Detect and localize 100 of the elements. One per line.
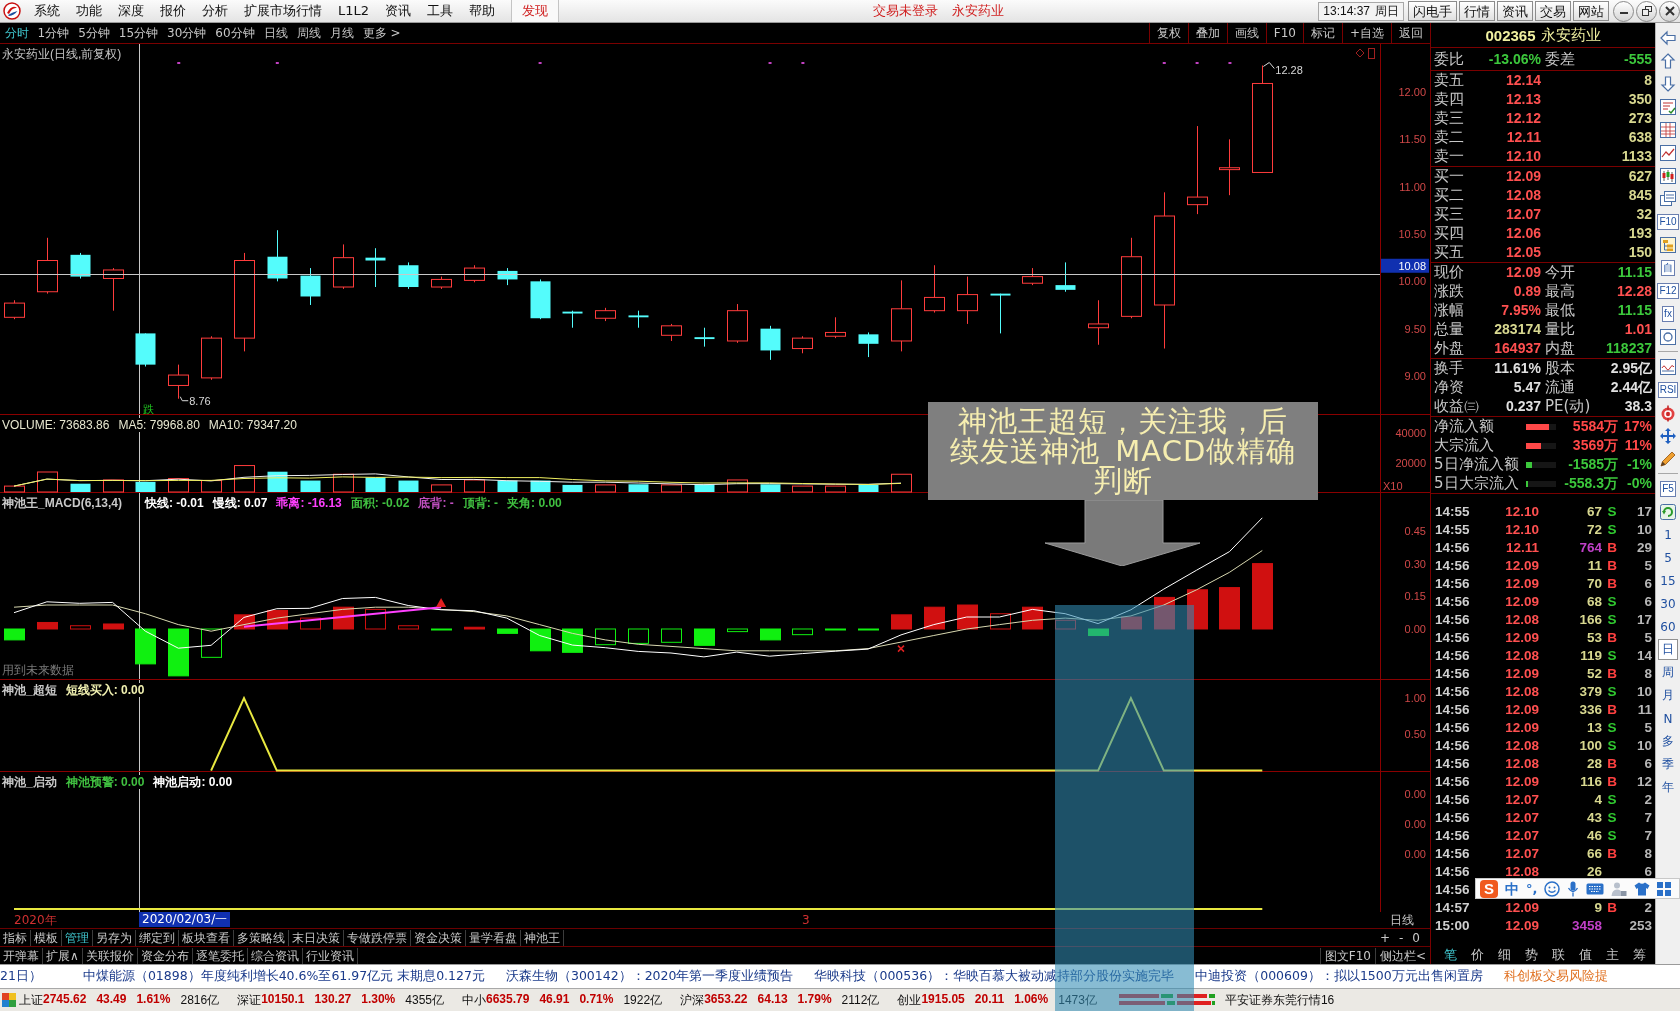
tool-button[interactable]: F10 bbox=[1657, 213, 1679, 230]
period-tab[interactable]: 日线 bbox=[259, 23, 293, 43]
zoom-control[interactable]: - bbox=[1399, 929, 1404, 946]
shirt-icon[interactable] bbox=[1634, 881, 1651, 896]
info-tab[interactable]: 扩展∧ bbox=[43, 947, 83, 964]
menu-item[interactable]: L1L2 bbox=[330, 0, 378, 22]
news-item[interactable]: 中迪投资（000609）：拟以1500万元出售闲置房 bbox=[1195, 968, 1483, 985]
detail-tab[interactable]: 势 bbox=[1518, 946, 1545, 964]
wave-icon[interactable] bbox=[1659, 357, 1677, 376]
period-button[interactable]: 日 bbox=[1658, 639, 1678, 660]
arrow-down-icon[interactable] bbox=[1659, 74, 1677, 93]
indicator-tab[interactable]: 专做跌停票 bbox=[344, 929, 411, 946]
close-button[interactable] bbox=[1659, 0, 1680, 22]
period-button[interactable]: 月 bbox=[1658, 685, 1678, 706]
period-tab[interactable]: 30分钟 bbox=[162, 23, 211, 43]
top-button[interactable]: 网站 bbox=[1573, 1, 1609, 21]
toolbar-button[interactable]: 返回 bbox=[1391, 23, 1430, 43]
detail-tab[interactable]: 联 bbox=[1545, 946, 1572, 964]
period-tab[interactable]: 5分钟 bbox=[73, 23, 115, 43]
period-button[interactable]: 15 bbox=[1658, 570, 1678, 591]
period-tab[interactable]: 月线 bbox=[325, 23, 359, 43]
detail-tab[interactable]: 细 bbox=[1491, 946, 1518, 964]
keyboard-icon[interactable] bbox=[1586, 882, 1605, 895]
line-chart-icon[interactable] bbox=[1659, 143, 1677, 162]
zoom-control[interactable]: 0 bbox=[1412, 929, 1420, 946]
panel-link[interactable]: 图文F10 bbox=[1319, 947, 1375, 964]
coin-icon[interactable] bbox=[1659, 403, 1677, 422]
news-item[interactable]: 华映科技（000536）：华映百慕大被动减持部分股份实施完毕 bbox=[814, 968, 1175, 985]
menu-item[interactable]: 功能 bbox=[68, 0, 110, 22]
detail-tab[interactable]: 主 bbox=[1599, 946, 1626, 964]
indicator-tab[interactable]: 另存为 bbox=[93, 929, 136, 946]
tool-button[interactable]: fx bbox=[1662, 305, 1674, 322]
period-button[interactable]: 5 bbox=[1658, 547, 1678, 568]
period-button[interactable]: N bbox=[1658, 708, 1678, 729]
period-tab[interactable]: 周线 bbox=[292, 23, 326, 43]
period-tab[interactable]: 15分钟 bbox=[114, 23, 163, 43]
menu-item[interactable]: 深度 bbox=[110, 0, 152, 22]
period-button[interactable]: 1 bbox=[1658, 524, 1678, 545]
menu-item[interactable]: 分析 bbox=[194, 0, 236, 22]
zoom-control[interactable]: + bbox=[1379, 929, 1390, 946]
menu-item[interactable]: 帮助 bbox=[461, 0, 504, 22]
period-tab[interactable]: 1分钟 bbox=[33, 23, 74, 43]
detail-tab[interactable]: 值 bbox=[1572, 946, 1599, 964]
refresh-icon[interactable] bbox=[1659, 502, 1677, 521]
menu-item[interactable]: 扩展市场行情 bbox=[236, 0, 330, 22]
move-icon[interactable] bbox=[1659, 426, 1677, 445]
arrow-left-icon[interactable] bbox=[1659, 28, 1677, 47]
user-icon[interactable] bbox=[1611, 880, 1628, 897]
indicator-tab[interactable]: 绑定到 bbox=[136, 929, 179, 946]
period-tab[interactable]: 分时 bbox=[0, 23, 33, 43]
tool-button[interactable]: RSI bbox=[1657, 381, 1679, 398]
indicator-tab[interactable]: 量学看盘 bbox=[466, 929, 521, 946]
toolbar-button[interactable]: 叠加 bbox=[1187, 23, 1227, 43]
info-tab[interactable]: 开弹幕 bbox=[0, 947, 43, 964]
ime-mode[interactable]: 中 bbox=[1505, 879, 1519, 898]
period-button[interactable]: 季 bbox=[1658, 754, 1678, 775]
grid-icon[interactable] bbox=[1657, 881, 1672, 896]
info-tab[interactable]: 逐笔委托 bbox=[192, 947, 248, 964]
indicator-tab[interactable]: 管理 bbox=[62, 929, 93, 946]
smiley-icon[interactable] bbox=[1544, 880, 1561, 897]
indicator-tab[interactable]: 末日决策 bbox=[289, 929, 344, 946]
indicator-tab[interactable]: 板块查看 bbox=[179, 929, 234, 946]
indicator-tab[interactable]: 神池王 bbox=[521, 929, 564, 946]
toolbar-button[interactable]: +自选 bbox=[1341, 23, 1391, 43]
checklist-icon[interactable] bbox=[1659, 97, 1677, 116]
toolbar-button[interactable]: 标记 bbox=[1302, 23, 1342, 43]
indicator-tab[interactable]: 指标 bbox=[0, 929, 31, 946]
restore-button[interactable] bbox=[1636, 0, 1657, 22]
top-button[interactable]: 资讯 bbox=[1497, 1, 1533, 21]
period-tab[interactable]: 更多 > bbox=[358, 23, 405, 43]
pencil-icon[interactable] bbox=[1659, 449, 1677, 468]
ime-punctuation[interactable]: °, bbox=[1526, 879, 1538, 898]
detail-tab[interactable]: 笔 bbox=[1437, 946, 1464, 964]
panel-link[interactable]: 侧边栏< bbox=[1374, 947, 1430, 964]
candlestick-icon[interactable] bbox=[1659, 166, 1677, 185]
news-item[interactable]: 沃森生物（300142）：2020年第一季度业绩预告 bbox=[505, 968, 794, 985]
arrow-up-icon[interactable] bbox=[1659, 51, 1677, 70]
info-tab[interactable]: 资金分布 bbox=[137, 947, 193, 964]
indicator-tab[interactable]: 模板 bbox=[31, 929, 62, 946]
top-button[interactable]: 交易 bbox=[1535, 1, 1571, 21]
tool-button[interactable]: F5 bbox=[1660, 480, 1676, 497]
info-tab[interactable]: 行业资讯 bbox=[302, 947, 358, 964]
detail-tab[interactable]: 筹 bbox=[1626, 946, 1653, 964]
top-button[interactable]: 行情 bbox=[1459, 1, 1495, 21]
detail-tab[interactable]: 价 bbox=[1464, 946, 1491, 964]
period-button[interactable]: 多 bbox=[1658, 731, 1678, 752]
menu-item[interactable]: 资讯 bbox=[377, 0, 420, 22]
toolbar-button[interactable]: 复权 bbox=[1148, 23, 1188, 43]
tool-button[interactable]: F12 bbox=[1657, 282, 1679, 299]
windows-icon[interactable] bbox=[1659, 189, 1677, 208]
news-item[interactable]: 21日） bbox=[0, 968, 42, 985]
menu-item[interactable]: 系统 bbox=[26, 0, 68, 22]
top-button[interactable]: 闪电手 bbox=[1408, 1, 1457, 21]
period-button[interactable]: 60 bbox=[1658, 616, 1678, 637]
period-button[interactable]: 周 bbox=[1658, 662, 1678, 683]
discover-tab[interactable]: 发现 bbox=[511, 0, 560, 22]
news-item[interactable]: 中煤能源（01898）年度纯利增长40.6%至61.97亿元 末期息0.127元 bbox=[82, 968, 485, 985]
period-button[interactable]: 年 bbox=[1658, 777, 1678, 798]
tool-button[interactable]: 自 bbox=[1661, 259, 1675, 276]
period-button[interactable]: 30 bbox=[1658, 593, 1678, 614]
